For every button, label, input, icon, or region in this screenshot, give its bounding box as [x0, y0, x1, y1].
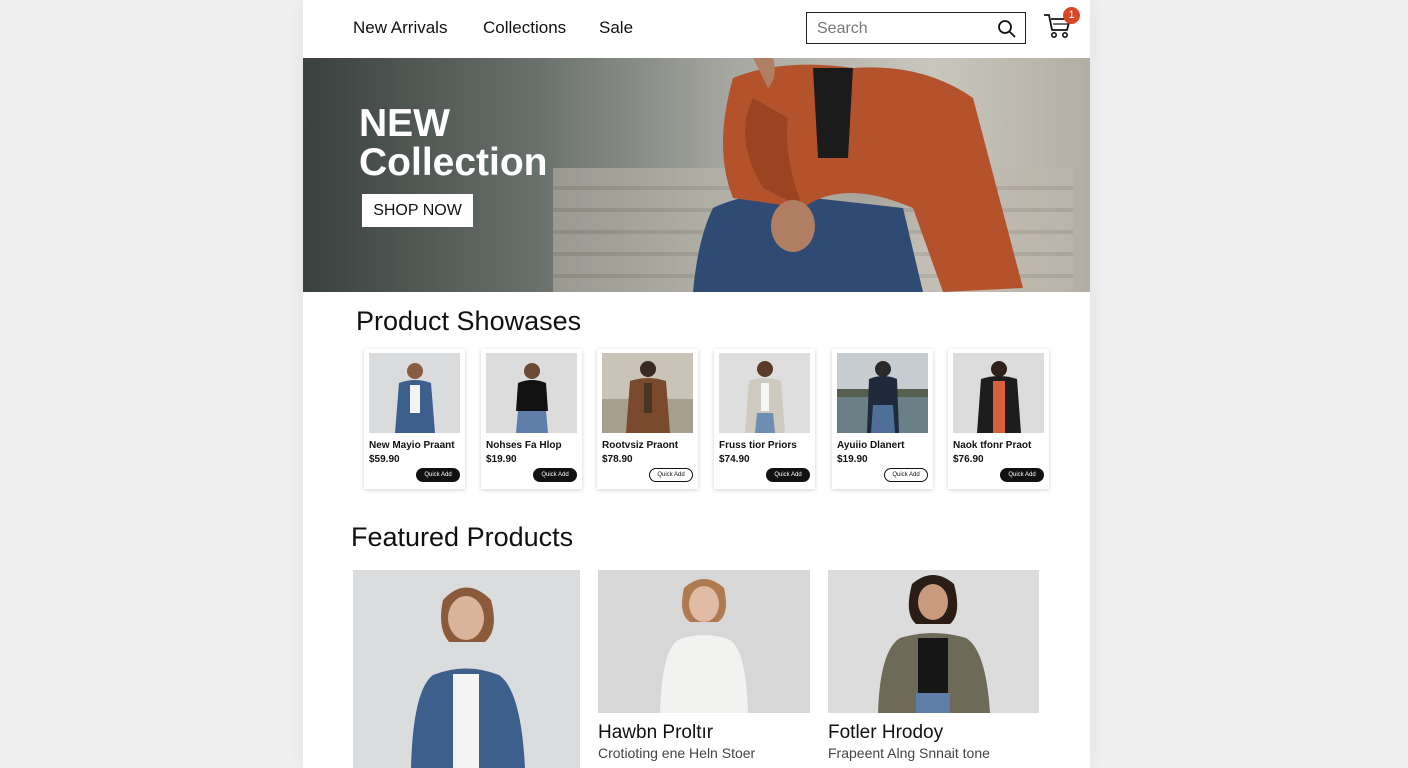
- nav-link-collections[interactable]: Collections: [483, 18, 566, 38]
- showcase-card[interactable]: Rootvsiz Praont $78.90 Quick Add: [597, 349, 698, 489]
- product-image[interactable]: [837, 353, 928, 433]
- featured-product-desc: Crotioting ene Heln Stoer: [598, 745, 756, 761]
- product-price: $74.90: [719, 454, 750, 465]
- nav-link-sale[interactable]: Sale: [599, 18, 633, 38]
- showcase-card[interactable]: Fruss tior Priors $74.90 Quick Add: [714, 349, 815, 489]
- showcase-card[interactable]: Naok tfonr Praot $76.90 Quick Add: [948, 349, 1049, 489]
- product-image[interactable]: [719, 353, 810, 433]
- product-price: $76.90: [953, 454, 984, 465]
- nav-link-new-arrivals[interactable]: New Arrivals: [353, 18, 447, 38]
- product-name[interactable]: Ayuiio Dlanert: [837, 440, 904, 451]
- hero-title-line-2: Collection: [359, 141, 548, 184]
- store-page: New Arrivals Collections Sale 1: [303, 0, 1090, 768]
- product-image[interactable]: [369, 353, 460, 433]
- quick-add-button[interactable]: Quick Add: [533, 468, 577, 482]
- showcase-card[interactable]: Ayuiio Dlanert $19.90 Quick Add: [832, 349, 933, 489]
- product-image[interactable]: [953, 353, 1044, 433]
- product-image[interactable]: [602, 353, 693, 433]
- search-icon[interactable]: [997, 19, 1017, 39]
- product-name[interactable]: Rootvsiz Praont: [602, 440, 678, 451]
- product-name[interactable]: Nohses Fa Hlop: [486, 440, 562, 451]
- product-price: $78.90: [602, 454, 633, 465]
- product-name[interactable]: Naok tfonr Praot: [953, 440, 1031, 451]
- product-name[interactable]: New Mayio Praant: [369, 440, 455, 451]
- top-nav: New Arrivals Collections Sale 1: [303, 0, 1090, 58]
- hero-banner: NEW Collection SHOP NOW: [303, 58, 1090, 292]
- quick-add-button[interactable]: Quick Add: [884, 468, 928, 482]
- product-image[interactable]: [486, 353, 577, 433]
- product-name[interactable]: Fruss tior Priors: [719, 440, 797, 451]
- hero-title: NEW Collection: [359, 104, 548, 182]
- cart-count-badge: 1: [1063, 7, 1080, 24]
- product-price: $19.90: [837, 454, 868, 465]
- product-price: $59.90: [369, 454, 400, 465]
- featured-product-desc: Frapeent Alng Snnait tone: [828, 745, 990, 761]
- featured-product-image[interactable]: [598, 570, 810, 713]
- showcase-card[interactable]: New Mayio Praant $59.90 Quick Add: [364, 349, 465, 489]
- quick-add-button[interactable]: Quick Add: [416, 468, 460, 482]
- hero-title-line-1: NEW: [359, 102, 450, 145]
- quick-add-button[interactable]: Quick Add: [1000, 468, 1044, 482]
- search-bar[interactable]: [806, 12, 1026, 44]
- showcase-card[interactable]: Nohses Fa Hlop $19.90 Quick Add: [481, 349, 582, 489]
- featured-title: Featured Products: [351, 522, 574, 552]
- featured-product-name[interactable]: Fotler Hrodoy: [828, 722, 943, 744]
- featured-product-name[interactable]: Hawbn Proltır: [598, 722, 713, 744]
- quick-add-button[interactable]: Quick Add: [766, 468, 810, 482]
- search-input[interactable]: [817, 19, 987, 39]
- showcase-title: Product Showases: [356, 306, 582, 336]
- featured-product-image[interactable]: [353, 570, 580, 768]
- quick-add-button[interactable]: Quick Add: [649, 468, 693, 482]
- hero-model-image: [693, 58, 1023, 292]
- featured-product-image[interactable]: [828, 570, 1039, 713]
- product-price: $19.90: [486, 454, 517, 465]
- shop-now-button[interactable]: SHOP NOW: [362, 194, 473, 227]
